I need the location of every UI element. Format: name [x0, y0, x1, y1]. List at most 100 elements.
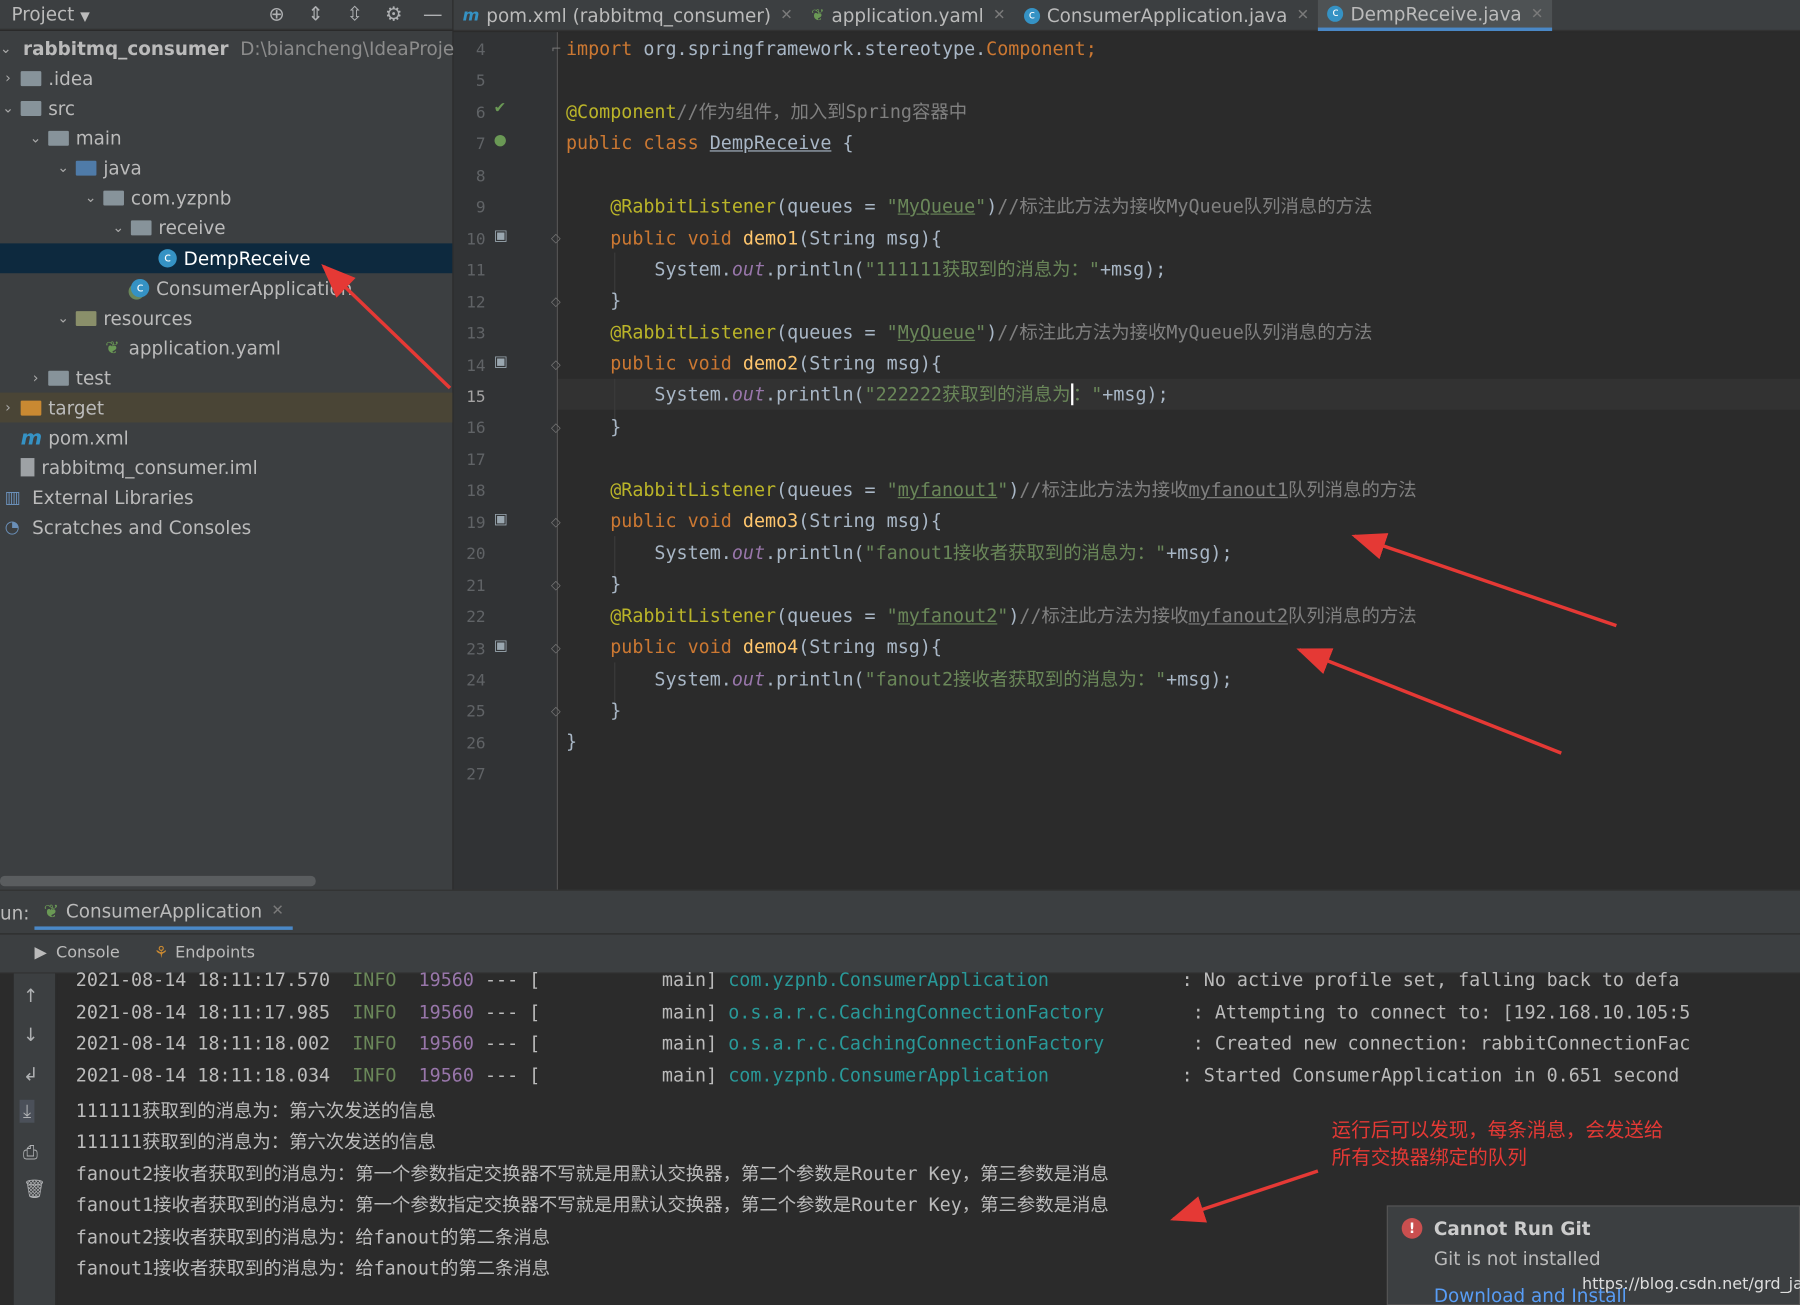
log-line: 2021-08-14 18:11:18.002 INFO 19560 --- [… — [75, 1032, 1691, 1054]
notification-title: Cannot Run Git — [1433, 1218, 1591, 1240]
fold-icon[interactable]: ⌐ — [551, 41, 562, 56]
locate-icon[interactable]: ⊕ — [257, 3, 296, 26]
rabbit-listener-icon[interactable]: ▣ — [494, 637, 508, 654]
resources-folder-icon — [75, 310, 97, 326]
tree-item-pom[interactable]: m pom.xml — [0, 422, 452, 452]
log-line: 2021-08-14 18:11:17.570 INFO 19560 --- [… — [75, 968, 1680, 991]
tree-item-demp-receive[interactable]: c DempReceive — [0, 243, 453, 274]
output-line: 111111获取到的消息为：第六次发送的信息 — [75, 1099, 437, 1122]
class-icon: c — [158, 249, 177, 268]
chevron-down-icon[interactable]: ⌄ — [110, 219, 126, 235]
gear-icon[interactable]: ⚙ — [374, 3, 413, 26]
code-line-9: @RabbitListener(queues = "MyQueue")//标注此… — [610, 195, 1373, 217]
line-number: 6 — [475, 104, 486, 123]
tree-item-label: .idea — [48, 67, 94, 89]
spring-leaf-icon: ❦ — [811, 6, 825, 25]
chevron-down-icon[interactable]: ⌄ — [0, 40, 12, 56]
chevron-down-icon[interactable]: ⌄ — [28, 130, 44, 146]
notification-message: Git is not installed — [1433, 1247, 1601, 1270]
tree-item-src[interactable]: ⌄ src — [0, 93, 452, 123]
tree-item-resources[interactable]: ⌄ resources — [0, 303, 452, 333]
project-panel-header: Project ▼ ⊕ ⇕ ⇳ ⚙ — — [0, 0, 453, 30]
code-editor[interactable] — [557, 32, 1800, 890]
error-icon: ! — [1401, 1218, 1423, 1239]
print-icon[interactable]: ⎙ — [23, 1141, 38, 1164]
tab-application-yaml[interactable]: ❦ application.yaml ✕ — [802, 0, 1015, 31]
output-line: fanout1接收者获取到的消息为：第一个参数指定交换器不写就是用默认交换器，第… — [75, 1194, 1109, 1216]
output-line: fanout2接收者获取到的消息为：给fanout的第二条消息 — [75, 1225, 551, 1248]
tree-item-idea[interactable]: › .idea — [0, 63, 452, 93]
chevron-down-icon[interactable]: ⌄ — [55, 160, 71, 176]
tree-item-java[interactable]: ⌄ java — [0, 153, 452, 183]
chevron-right-icon[interactable]: › — [0, 400, 16, 416]
line-number: 20 — [466, 545, 486, 564]
line-number: 5 — [475, 72, 486, 92]
tree-item-label: pom.xml — [48, 426, 129, 449]
tree-item-root[interactable]: ⌄ rabbitmq_consumer D:\biancheng\IdeaPro… — [0, 33, 481, 63]
chevron-right-icon[interactable]: › — [28, 370, 44, 386]
run-tab-consumer-application[interactable]: ❦ ConsumerApplication ✕ — [34, 895, 294, 930]
fold-icon[interactable]: ◇ — [551, 294, 561, 309]
tree-item-receive[interactable]: ⌄ receive — [0, 212, 452, 242]
tree-item-scratches[interactable]: ◔ Scratches and Consoles — [0, 512, 452, 542]
horizontal-scrollbar[interactable] — [0, 875, 316, 887]
annotation-note: 运行后可以发现，每条消息，会发送给 所有交换器绑定的队列 — [1331, 1119, 1664, 1170]
close-icon[interactable]: ✕ — [993, 7, 1006, 24]
hide-icon[interactable]: — — [413, 3, 452, 26]
chevron-down-icon[interactable]: ⌄ — [55, 310, 71, 326]
tab-console[interactable]: ▶ Console — [34, 944, 119, 962]
rabbit-listener-icon[interactable]: ▣ — [494, 511, 508, 528]
close-icon[interactable]: ✕ — [780, 7, 793, 24]
fold-icon[interactable]: ◇ — [551, 357, 561, 372]
gutter-divider — [556, 32, 558, 890]
line-number: 18 — [466, 482, 486, 501]
tree-item-target[interactable]: › target — [0, 392, 453, 423]
tree-item-test[interactable]: › test — [0, 363, 452, 393]
log-line: 2021-08-14 18:11:18.034 INFO 19560 --- [… — [75, 1063, 1680, 1086]
spring-bean-icon[interactable]: ✔ — [494, 100, 507, 117]
close-icon[interactable]: ✕ — [1531, 5, 1544, 22]
tree-item-application-yaml[interactable]: ❦ application.yaml — [0, 333, 452, 363]
folder-icon — [48, 130, 69, 146]
code-line-24: System.out.println("fanout2接收者获取到的消息为："+… — [654, 668, 1233, 690]
rabbit-listener-icon[interactable]: ▣ — [494, 354, 508, 371]
code-line-13: @RabbitListener(queues = "MyQueue")//标注此… — [610, 321, 1373, 344]
tree-item-package[interactable]: ⌄ com.yzpnb — [0, 183, 452, 213]
tree-item-iml[interactable]: rabbitmq_consumer.iml — [0, 452, 452, 482]
tree-item-consumer-app[interactable]: c ConsumerApplication — [0, 273, 452, 303]
soft-wrap-icon[interactable]: ↲ — [23, 1063, 38, 1085]
collapse-all-icon[interactable]: ⇳ — [335, 3, 374, 26]
fold-icon[interactable]: ◇ — [551, 231, 561, 246]
close-icon[interactable]: ✕ — [271, 902, 284, 919]
code-line-16: } — [610, 415, 622, 438]
chevron-right-icon[interactable]: › — [0, 70, 16, 86]
rabbit-listener-icon[interactable]: ▣ — [494, 227, 508, 244]
tree-item-main[interactable]: ⌄ main — [0, 123, 452, 153]
scroll-to-end-icon[interactable]: ⤓ — [19, 1099, 35, 1123]
chevron-down-icon[interactable]: ⌄ — [83, 189, 99, 205]
tab-pom-xml[interactable]: m pom.xml (rabbitmq_consumer) ✕ — [453, 0, 801, 31]
chevron-down-icon[interactable]: ⌄ — [0, 100, 16, 116]
down-arrow-icon[interactable]: ↓ — [23, 1024, 38, 1046]
spring-bean-icon[interactable]: ● — [494, 132, 507, 149]
code-line-25: } — [610, 699, 622, 721]
code-line-12: } — [610, 289, 622, 312]
line-number: 25 — [466, 703, 486, 722]
fold-icon[interactable]: ◇ — [551, 577, 561, 592]
up-arrow-icon[interactable]: ↑ — [23, 985, 38, 1007]
ide-window: Project ▼ ⊕ ⇕ ⇳ ⚙ — ⌄ rabbitmq_consumer … — [0, 0, 1800, 1305]
close-icon[interactable]: ✕ — [1297, 7, 1310, 24]
tab-consumer-application[interactable]: c ConsumerApplication.java ✕ — [1015, 0, 1319, 31]
expand-all-icon[interactable]: ⇕ — [296, 3, 335, 26]
tab-demp-receive[interactable]: c DempReceive.java ✕ — [1318, 0, 1553, 31]
fold-icon[interactable]: ◇ — [551, 514, 561, 529]
trash-icon[interactable]: 🗑 — [23, 1178, 46, 1200]
fold-icon[interactable]: ◇ — [551, 420, 561, 435]
project-view-selector[interactable]: Project ▼ — [11, 3, 89, 25]
tab-endpoints[interactable]: ⚘ Endpoints — [154, 944, 255, 962]
fold-icon[interactable]: ◇ — [551, 704, 561, 719]
code-line-26: } — [565, 730, 578, 752]
code-line-23: public void demo4(String msg){ — [610, 635, 942, 658]
tree-item-external-libraries[interactable]: ▥ External Libraries — [0, 482, 452, 512]
fold-icon[interactable]: ◇ — [551, 641, 561, 656]
